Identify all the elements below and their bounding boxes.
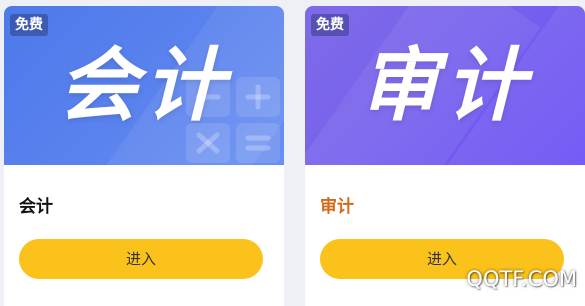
course-title[interactable]: 审计 — [320, 192, 354, 217]
free-badge: 免费 — [10, 14, 48, 36]
course-card-accounting[interactable]: 免费 会计 会计 进入 — [4, 6, 284, 306]
site-watermark: QQTF.COM — [466, 267, 577, 291]
course-card-audit[interactable]: 免费 审计 审计 进入 — [305, 6, 585, 306]
enter-button[interactable]: 进入 — [19, 239, 263, 279]
course-title[interactable]: 会计 — [19, 192, 53, 217]
free-badge: 免费 — [311, 14, 349, 36]
banner-title: 会计 — [4, 36, 284, 136]
course-banner[interactable]: 免费 审计 — [305, 6, 585, 165]
banner-title: 审计 — [305, 36, 585, 136]
course-banner[interactable]: 免费 会计 — [4, 6, 284, 165]
